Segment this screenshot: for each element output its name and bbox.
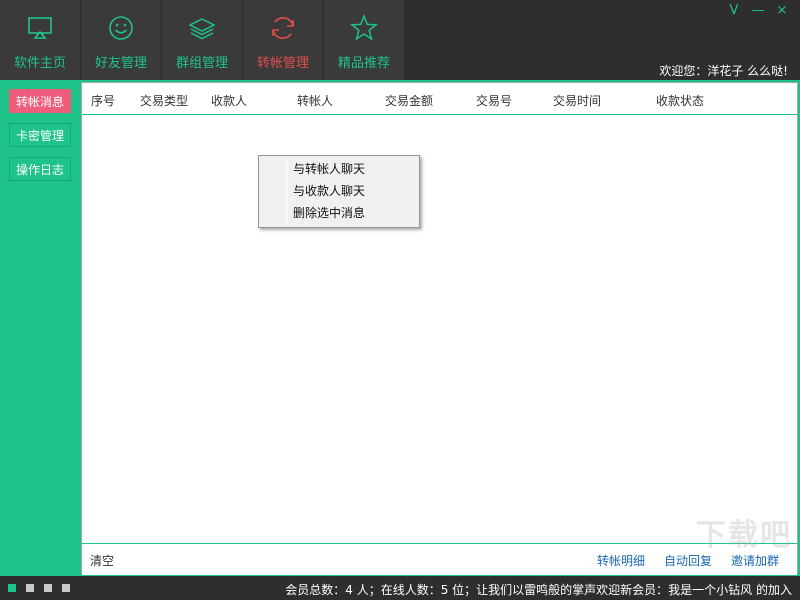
nav-groups-button[interactable]: 群组管理 — [162, 0, 243, 80]
smiley-icon — [109, 16, 133, 40]
invite-group-link[interactable]: 邀请加群 — [731, 552, 779, 569]
nav-featured-label: 精品推荐 — [337, 56, 390, 71]
menu-gutter — [286, 158, 287, 225]
table-header: 序号 交易类型 收款人 转帐人 交易金额 交易号 交易时间 收款状态 — [82, 83, 797, 115]
layers-icon — [188, 18, 216, 40]
context-menu: 与转帐人聊天 与收款人聊天 删除选中消息 — [258, 155, 420, 228]
column-header-index[interactable]: 序号 — [91, 92, 115, 109]
column-header-txid[interactable]: 交易号 — [476, 92, 512, 109]
star-icon — [350, 14, 378, 41]
sidebar-item-operation-log[interactable]: 操作日志 — [9, 157, 72, 181]
nav-friends-label: 好友管理 — [94, 56, 147, 71]
nav-transfer-button[interactable]: 转帐管理 — [243, 0, 324, 80]
minimize-button[interactable]: — — [748, 2, 768, 20]
nav-transfer-label: 转帐管理 — [256, 56, 309, 71]
content-panel: 序号 交易类型 收款人 转帐人 交易金额 交易号 交易时间 收款状态 清空 转帐… — [81, 82, 798, 575]
column-header-type[interactable]: 交易类型 — [140, 92, 188, 109]
menu-item-chat-payee[interactable]: 与收款人聊天 — [293, 181, 365, 201]
status-indicator-1 — [8, 584, 16, 592]
status-indicator-4 — [62, 584, 70, 592]
dropdown-button[interactable]: V — [724, 2, 744, 20]
watermark: 下载吧 — [696, 518, 792, 553]
refresh-icon — [272, 17, 294, 39]
status-indicator-3 — [44, 584, 52, 592]
window-controls: V — × — [724, 2, 792, 20]
column-header-status[interactable]: 收款状态 — [656, 92, 704, 109]
status-bar: 会员总数：4 人；在线人数：5 位；让我们以雷鸣般的掌声欢迎新会员：我是一个小钻… — [0, 576, 800, 600]
nav-home-label: 软件主页 — [13, 56, 66, 71]
content-footer: 清空 转帐明细 自动回复 邀请加群 — [82, 543, 797, 575]
app-window: 软件主页 好友管理 群组管理 转帐管理 精品推荐 V — × 欢迎您：洋花子 么… — [0, 0, 800, 600]
auto-reply-link[interactable]: 自动回复 — [664, 552, 712, 569]
column-header-amount[interactable]: 交易金额 — [385, 92, 433, 109]
sidebar-item-card-management[interactable]: 卡密管理 — [9, 123, 72, 147]
nav-groups-label: 群组管理 — [175, 56, 228, 71]
close-button[interactable]: × — [772, 2, 792, 20]
nav-featured-button[interactable]: 精品推荐 — [324, 0, 405, 80]
welcome-text: 欢迎您：洋花子 么么哒! — [659, 64, 788, 78]
sidebar-item-transfer-messages[interactable]: 转帐消息 — [9, 89, 72, 113]
column-header-payee[interactable]: 收款人 — [211, 92, 247, 109]
nav-friends-button[interactable]: 好友管理 — [81, 0, 162, 80]
nav-home-button[interactable]: 软件主页 — [0, 0, 81, 80]
clear-button[interactable]: 清空 — [90, 552, 114, 569]
transfer-details-link[interactable]: 转帐明细 — [597, 552, 645, 569]
status-text: 会员总数：4 人；在线人数：5 位；让我们以雷鸣般的掌声欢迎新会员：我是一个小钻… — [285, 583, 792, 597]
menu-item-delete-selected[interactable]: 删除选中消息 — [293, 203, 365, 223]
monitor-icon — [28, 17, 52, 39]
menu-item-chat-payer[interactable]: 与转帐人聊天 — [293, 159, 365, 179]
column-header-time[interactable]: 交易时间 — [553, 92, 601, 109]
top-nav: 软件主页 好友管理 群组管理 转帐管理 精品推荐 — [0, 0, 405, 80]
status-indicator-2 — [26, 584, 34, 592]
column-header-payer[interactable]: 转帐人 — [297, 92, 333, 109]
